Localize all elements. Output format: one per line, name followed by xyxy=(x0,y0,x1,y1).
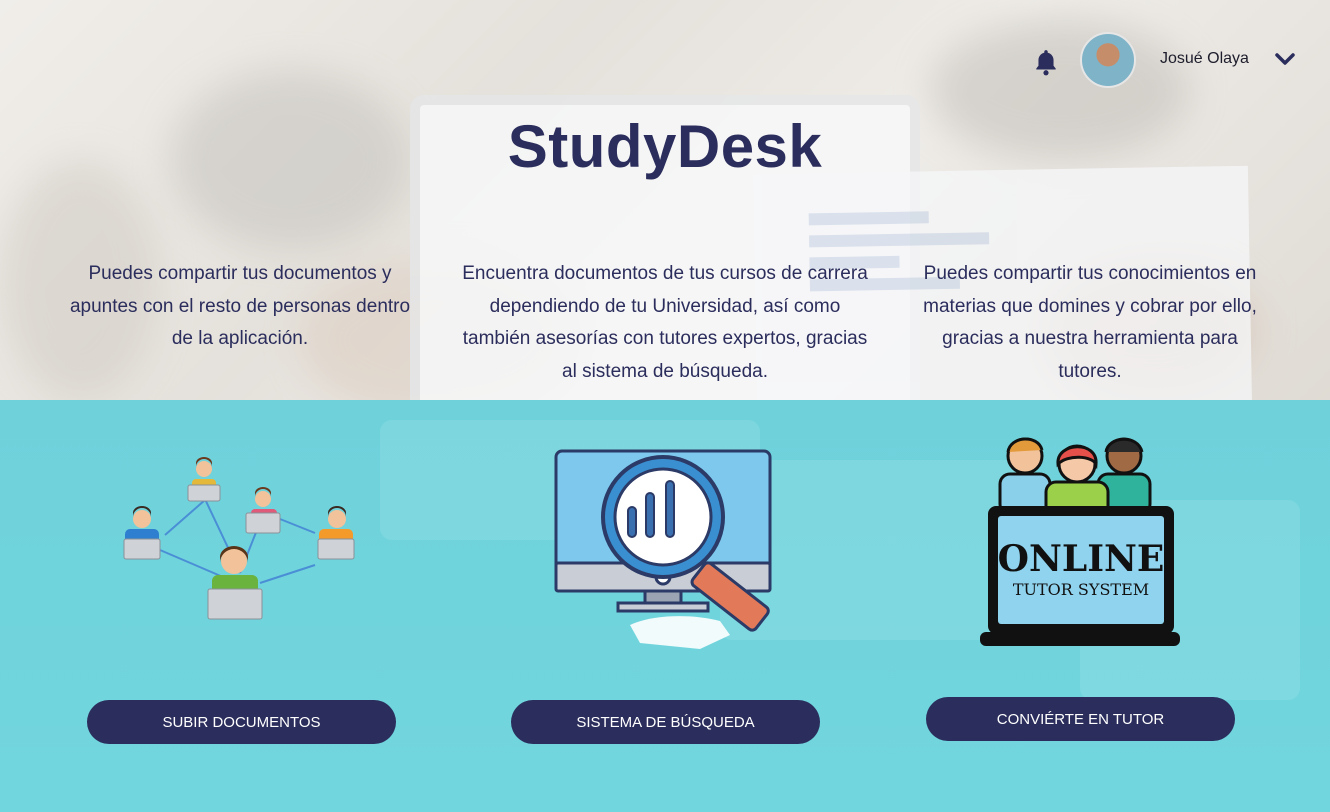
person-right xyxy=(317,506,355,560)
feature-description-tutor: Puedes compartir tus conocimientos en ma… xyxy=(923,263,1257,382)
tutor-title-text: ONLINE xyxy=(998,538,1165,580)
tutor-people xyxy=(998,437,1152,518)
page-title: StudyDesk xyxy=(507,113,823,180)
home-page: Josué Olaya StudyDesk Puedes compartir t… xyxy=(0,0,1330,812)
search-system-illustration xyxy=(554,449,772,649)
feature-description-documents: Puedes compartir tus documentos y apunte… xyxy=(69,263,411,349)
bell-icon[interactable] xyxy=(1033,48,1059,76)
search-system-button[interactable]: SISTEMA DE BÚSQUEDA xyxy=(511,700,820,744)
user-name[interactable]: Josué Olaya xyxy=(1160,50,1249,68)
document-sharing-illustration xyxy=(123,457,355,620)
feature-description-search: Encuentra documentos de tus cursos de ca… xyxy=(462,263,868,382)
person-middle-right xyxy=(245,487,281,534)
person-left xyxy=(123,506,161,560)
avatar[interactable] xyxy=(1080,32,1136,88)
become-tutor-button[interactable]: CONVIÉRTE EN TUTOR xyxy=(926,697,1235,741)
tutor-system-illustration: ONLINE TUTOR SYSTEM xyxy=(980,437,1180,646)
upload-documents-button[interactable]: SUBIR DOCUMENTOS xyxy=(87,700,396,744)
tutor-subtitle-text: TUTOR SYSTEM xyxy=(1013,580,1149,599)
chevron-down-icon[interactable] xyxy=(1274,50,1296,68)
person-top xyxy=(187,457,221,502)
person-center xyxy=(207,546,263,620)
